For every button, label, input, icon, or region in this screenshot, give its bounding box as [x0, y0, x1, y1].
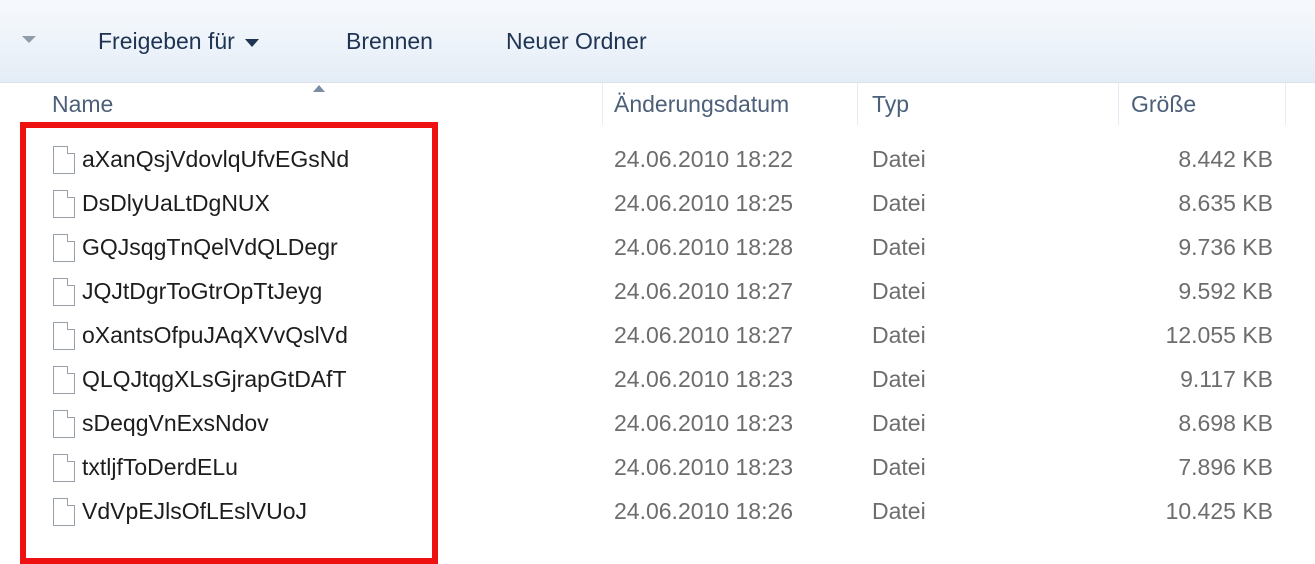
file-row[interactable]: sDeqgVnExsNdov 24.06.2010 18:23 Datei 8.… — [0, 406, 1315, 450]
file-size: 9.736 KB — [1178, 234, 1273, 260]
column-divider[interactable] — [1285, 83, 1286, 125]
file-name: JQJtDgrToGtrOpTtJeyg — [82, 278, 323, 304]
file-name: QLQJtqgXLsGjrapGtDAfT — [82, 366, 347, 392]
share-with-label: Freigeben für — [98, 28, 235, 54]
file-type: Datei — [872, 410, 926, 436]
file-date: 24.06.2010 18:23 — [614, 454, 794, 480]
column-header-row: Name Änderungsdatum Typ Größe — [0, 83, 1315, 125]
column-header-type[interactable]: Typ — [872, 91, 909, 121]
file-size: 8.442 KB — [1178, 146, 1273, 172]
new-folder-button[interactable]: Neuer Ordner — [506, 28, 647, 55]
new-folder-label: Neuer Ordner — [506, 28, 647, 54]
file-date: 24.06.2010 18:25 — [614, 190, 794, 216]
file-list: aXanQsjVdovlqUfvEGsNd 24.06.2010 18:22 D… — [0, 142, 1315, 538]
file-row[interactable]: GQJsqgTnQelVdQLDegr 24.06.2010 18:28 Dat… — [0, 230, 1315, 274]
file-row[interactable]: QLQJtqgXLsGjrapGtDAfT 24.06.2010 18:23 D… — [0, 362, 1315, 406]
file-name: aXanQsjVdovlqUfvEGsNd — [82, 146, 350, 172]
file-size: 12.055 KB — [1165, 322, 1273, 348]
file-name: GQJsqgTnQelVdQLDegr — [82, 234, 338, 260]
file-date: 24.06.2010 18:23 — [614, 410, 794, 436]
file-row[interactable]: DsDlyUaLtDgNUX 24.06.2010 18:25 Datei 8.… — [0, 186, 1315, 230]
file-icon — [53, 322, 75, 350]
file-size: 7.896 KB — [1178, 454, 1273, 480]
file-name: oXantsOfpuJAqXVvQslVd — [82, 322, 348, 348]
file-size: 8.698 KB — [1178, 410, 1273, 436]
column-header-name[interactable]: Name — [52, 91, 113, 121]
file-type: Datei — [872, 454, 926, 480]
file-type: Datei — [872, 146, 926, 172]
file-row[interactable]: txtljfToDerdELu 24.06.2010 18:23 Datei 7… — [0, 450, 1315, 494]
file-name: VdVpEJlsOfLEslVUoJ — [82, 498, 307, 524]
file-type: Datei — [872, 190, 926, 216]
file-date: 24.06.2010 18:23 — [614, 366, 794, 392]
file-icon — [53, 190, 75, 218]
share-with-button[interactable]: Freigeben für — [98, 28, 259, 55]
burn-button[interactable]: Brennen — [346, 28, 433, 55]
file-type: Datei — [872, 278, 926, 304]
column-header-size[interactable]: Größe — [1131, 91, 1196, 121]
column-header-date[interactable]: Änderungsdatum — [614, 91, 789, 121]
column-divider[interactable] — [857, 83, 858, 125]
file-icon — [53, 366, 75, 394]
file-type: Datei — [872, 234, 926, 260]
file-name: DsDlyUaLtDgNUX — [82, 190, 270, 216]
file-size: 9.117 KB — [1180, 366, 1273, 392]
organize-chevron-icon[interactable] — [22, 36, 36, 43]
file-date: 24.06.2010 18:28 — [614, 234, 794, 260]
file-row[interactable]: JQJtDgrToGtrOpTtJeyg 24.06.2010 18:27 Da… — [0, 274, 1315, 318]
command-bar: Freigeben für Brennen Neuer Ordner — [0, 0, 1315, 83]
file-icon — [53, 278, 75, 306]
file-icon — [53, 234, 75, 262]
chevron-down-icon — [244, 38, 259, 47]
file-icon — [53, 410, 75, 438]
file-name: txtljfToDerdELu — [82, 454, 238, 480]
file-row[interactable]: oXantsOfpuJAqXVvQslVd 24.06.2010 18:27 D… — [0, 318, 1315, 362]
column-divider[interactable] — [602, 83, 603, 125]
file-name: sDeqgVnExsNdov — [82, 410, 269, 436]
file-size: 10.425 KB — [1165, 498, 1273, 524]
file-date: 24.06.2010 18:22 — [614, 146, 794, 172]
file-type: Datei — [872, 366, 926, 392]
sort-ascending-icon — [313, 85, 325, 92]
file-date: 24.06.2010 18:27 — [614, 278, 794, 304]
file-icon — [53, 498, 75, 526]
file-icon — [53, 454, 75, 482]
file-icon — [53, 146, 75, 174]
file-row[interactable]: VdVpEJlsOfLEslVUoJ 24.06.2010 18:26 Date… — [0, 494, 1315, 538]
file-date: 24.06.2010 18:26 — [614, 498, 794, 524]
column-divider[interactable] — [1118, 83, 1119, 125]
file-date: 24.06.2010 18:27 — [614, 322, 794, 348]
burn-label: Brennen — [346, 28, 433, 54]
file-size: 9.592 KB — [1178, 278, 1273, 304]
file-type: Datei — [872, 498, 926, 524]
file-type: Datei — [872, 322, 926, 348]
file-size: 8.635 KB — [1178, 190, 1273, 216]
file-row[interactable]: aXanQsjVdovlqUfvEGsNd 24.06.2010 18:22 D… — [0, 142, 1315, 186]
